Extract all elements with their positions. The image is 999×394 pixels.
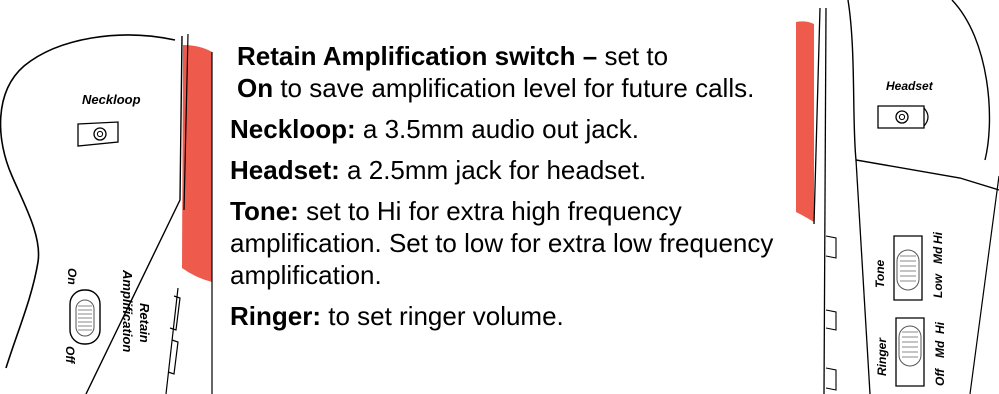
ringer-term: Ringer: (230, 301, 321, 331)
neckloop-desc: a 3.5mm audio out jack. (355, 114, 639, 144)
red-side-panel-right (796, 21, 814, 223)
retain-desc-part2: to save amplification level for future c… (273, 73, 755, 103)
neckloop-instruction: Neckloop: a 3.5mm audio out jack. (230, 113, 790, 145)
retain-label-line2: Amplification (120, 269, 135, 352)
retain-instruction: Retain Amplification switch – set to On … (230, 40, 790, 104)
ringer-md: Md (933, 340, 947, 358)
right-device-illustration: Headset Tone Low Md Hi Ringer Off Md Hi (796, 0, 999, 394)
tone-term: Tone: (230, 196, 299, 226)
left-device-illustration: Neckloop Retain Amplification On Off (0, 33, 213, 394)
tone-label: Tone (873, 259, 887, 288)
headset-term: Headset: (230, 155, 340, 185)
retain-term: Retain Amplification switch – (237, 41, 598, 71)
instructions-text: Retain Amplification switch – set to On … (230, 40, 790, 341)
neckloop-label: Neckloop (82, 92, 141, 107)
retain-desc-part1: set to (597, 41, 669, 71)
ringer-hi: Hi (933, 321, 947, 334)
ringer-instruction: Ringer: to set ringer volume. (230, 300, 790, 332)
tone-low: Low (931, 273, 945, 298)
on-label: On (65, 268, 79, 285)
ringer-desc: to set ringer volume. (321, 301, 564, 331)
off-label: Off (63, 346, 77, 364)
retain-label-line1: Retain (137, 303, 152, 343)
headset-instruction: Headset: a 2.5mm jack for headset. (230, 154, 790, 186)
retain-switch-icon (69, 289, 101, 345)
retain-value: On (237, 73, 274, 103)
headset-jack-icon (877, 105, 929, 129)
tone-hi: Hi (931, 231, 945, 244)
tone-switch-icon (893, 235, 923, 301)
neckloop-jack-icon (77, 121, 119, 147)
neckloop-term: Neckloop: (230, 114, 356, 144)
headset-label: Headset (886, 79, 934, 93)
headset-desc: a 2.5mm jack for headset. (339, 155, 647, 185)
tone-desc: set to Hi for extra high frequency ampli… (230, 196, 774, 290)
ringer-switch-icon (895, 317, 925, 387)
tone-instruction: Tone: set to Hi for extra high frequency… (230, 195, 790, 291)
ringer-label: Ringer (875, 337, 889, 376)
tone-md: Md (931, 246, 945, 264)
ringer-off: Off (933, 368, 947, 386)
